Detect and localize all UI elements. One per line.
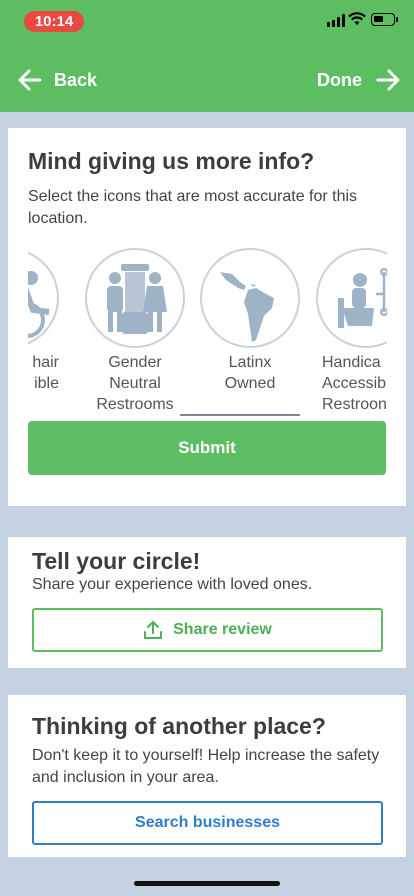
search-title: Thinking of another place? — [32, 713, 326, 739]
share-review-label: Share review — [173, 621, 272, 638]
search-card: Thinking of another place? Don't keep it… — [8, 695, 406, 857]
attribute-tile-gender-neutral[interactable]: Gender Neutral Restrooms — [85, 248, 185, 415]
attribute-label: Handica Accessib Restroon — [322, 354, 387, 413]
share-title: Tell your circle! — [32, 548, 201, 574]
arrow-right-icon — [376, 69, 400, 91]
status-time: 10:14 — [24, 11, 84, 32]
latin-america-map-icon — [200, 248, 300, 348]
arrow-left-icon — [18, 69, 42, 91]
wheelchair-accessible-icon — [28, 248, 59, 348]
more-info-card: Mind giving us more info? Select the ico… — [8, 128, 406, 506]
more-info-subtitle: Select the icons that are most accurate … — [28, 188, 358, 227]
attribute-label: hair ible — [32, 354, 59, 392]
gender-neutral-restroom-icon — [85, 248, 185, 348]
handicap-restroom-icon — [316, 248, 387, 348]
share-subtitle: Share your experience with loved ones. — [32, 576, 313, 593]
attribute-label: Latinx Owned — [224, 354, 276, 392]
battery-icon — [371, 13, 398, 26]
back-button[interactable]: Back — [18, 65, 97, 95]
share-review-button[interactable]: Share review — [32, 608, 383, 652]
share-icon — [144, 621, 163, 639]
cellular-signal-icon — [327, 13, 345, 27]
done-button[interactable]: Done — [317, 65, 400, 95]
app-header: 10:14 Back Done — [0, 0, 414, 112]
more-info-title: Mind giving us more info? — [28, 148, 315, 174]
attribute-carousel[interactable]: hair ible Gender Neutral Restrooms Latin… — [28, 248, 387, 418]
search-subtitle: Don't keep it to yourself! Help increase… — [32, 747, 380, 786]
home-indicator[interactable] — [134, 881, 280, 886]
attribute-tile-handicap-restroom[interactable]: Handica Accessib Restroon — [316, 248, 387, 415]
attribute-label: Gender Neutral Restrooms — [96, 354, 174, 413]
submit-button[interactable]: Submit — [28, 421, 386, 475]
wifi-icon — [348, 12, 366, 25]
done-label: Done — [317, 69, 362, 90]
attribute-tile-wheelchair[interactable]: hair ible — [28, 248, 59, 394]
search-businesses-button[interactable]: Search businesses — [32, 801, 383, 845]
attribute-tile-latinx-owned[interactable]: Latinx Owned — [200, 248, 300, 394]
selected-indicator — [180, 414, 300, 416]
back-label: Back — [54, 69, 98, 90]
share-card: Tell your circle! Share your experience … — [8, 537, 406, 668]
